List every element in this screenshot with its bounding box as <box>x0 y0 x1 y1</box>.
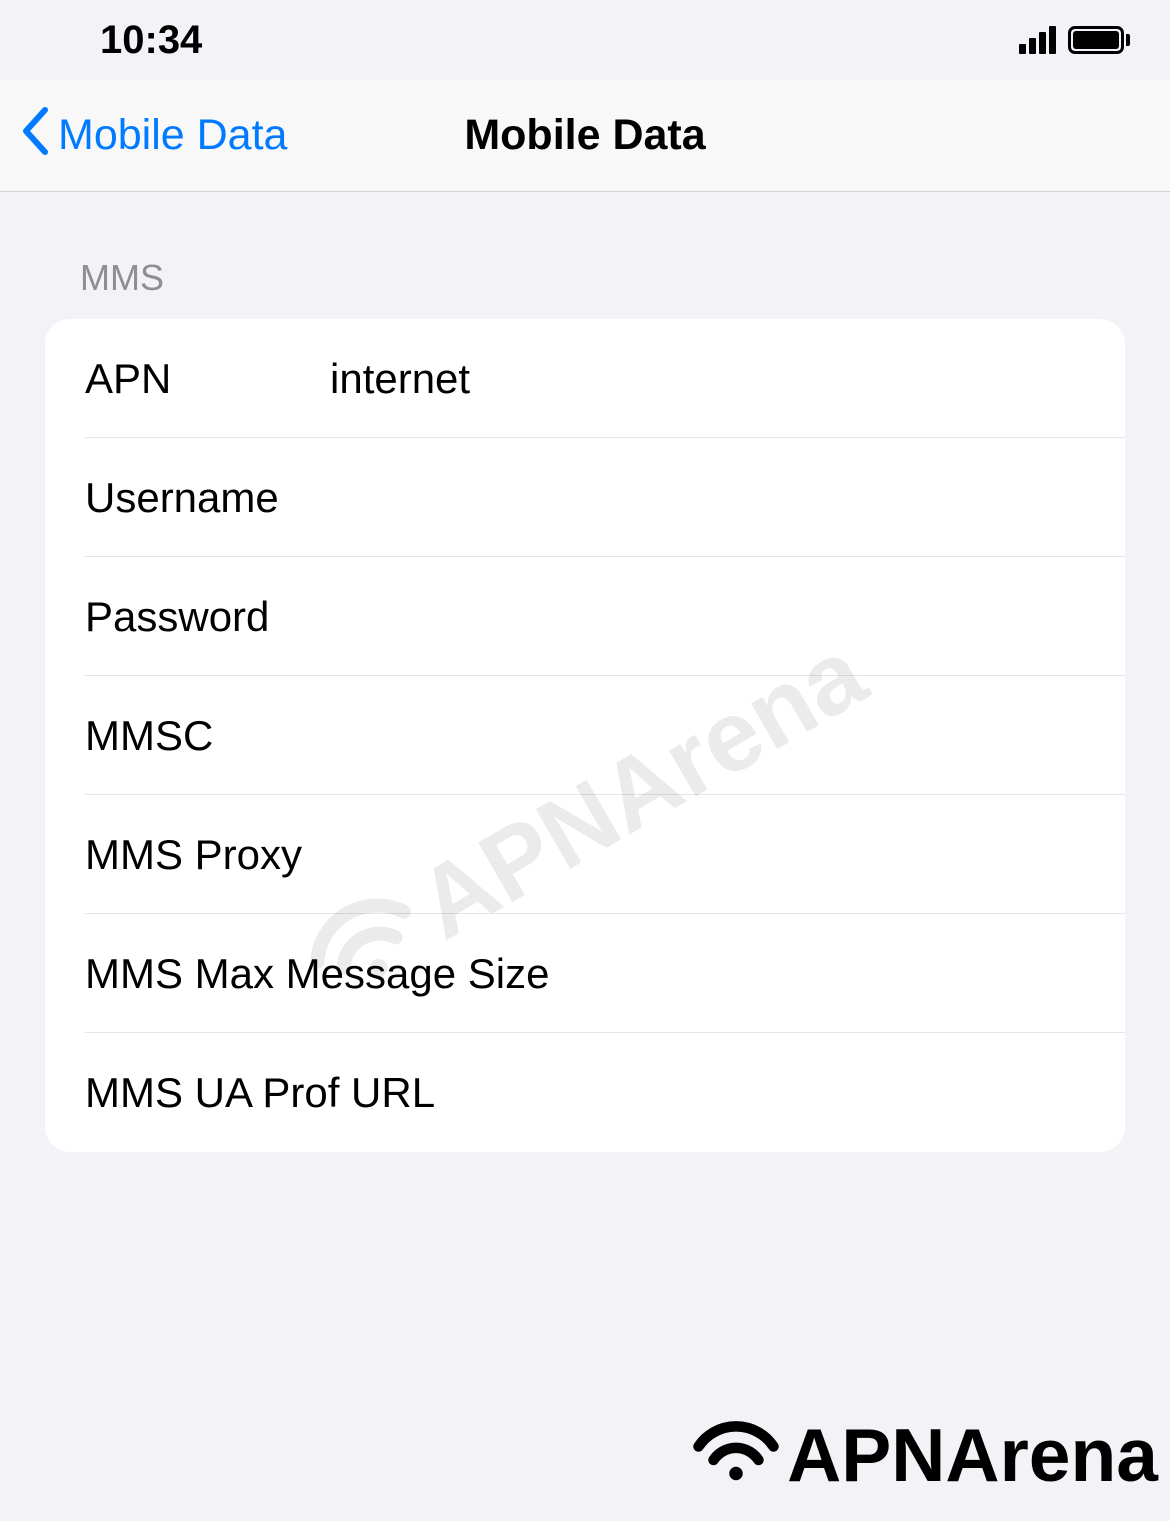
input-apn[interactable] <box>330 355 1125 403</box>
label-mms-max-size: MMS Max Message Size <box>85 950 549 998</box>
page-title: Mobile Data <box>464 111 705 160</box>
row-mms-proxy[interactable]: MMS Proxy <box>45 795 1125 914</box>
chevron-left-icon <box>20 106 50 165</box>
status-time: 10:34 <box>100 18 202 63</box>
input-mms-max-size[interactable] <box>549 950 1125 998</box>
wifi-icon <box>691 1409 781 1501</box>
input-mms-proxy[interactable] <box>302 831 1125 879</box>
navigation-bar: Mobile Data Mobile Data <box>0 80 1170 192</box>
watermark-text: APNArena <box>787 1412 1158 1498</box>
input-username[interactable] <box>330 474 1125 522</box>
input-mms-ua-prof[interactable] <box>435 1069 1125 1117</box>
label-apn: APN <box>85 355 330 403</box>
input-password[interactable] <box>330 593 1125 641</box>
row-mmsc[interactable]: MMSC <box>45 676 1125 795</box>
section-header-mms: MMS <box>45 257 1125 299</box>
row-mms-ua-prof[interactable]: MMS UA Prof URL <box>45 1033 1125 1152</box>
back-button[interactable]: Mobile Data <box>0 106 287 165</box>
label-username: Username <box>85 474 330 522</box>
row-password[interactable]: Password <box>45 557 1125 676</box>
status-bar: 10:34 <box>0 0 1170 80</box>
row-username[interactable]: Username <box>45 438 1125 557</box>
watermark-bottom: APNArena <box>691 1409 1158 1501</box>
settings-group-mms: APN Username Password MMSC MMS Proxy MMS… <box>45 319 1125 1152</box>
label-mms-ua-prof: MMS UA Prof URL <box>85 1069 435 1117</box>
label-mmsc: MMSC <box>85 712 330 760</box>
label-password: Password <box>85 593 330 641</box>
label-mms-proxy: MMS Proxy <box>85 831 302 879</box>
content-area: MMS APN Username Password MMSC MMS Proxy… <box>0 192 1170 1152</box>
back-label: Mobile Data <box>58 111 287 160</box>
status-indicators <box>1019 26 1130 54</box>
cellular-signal-icon <box>1019 26 1056 54</box>
row-mms-max-size[interactable]: MMS Max Message Size <box>45 914 1125 1033</box>
input-mmsc[interactable] <box>330 712 1125 760</box>
row-apn[interactable]: APN <box>45 319 1125 438</box>
battery-icon <box>1068 26 1130 54</box>
